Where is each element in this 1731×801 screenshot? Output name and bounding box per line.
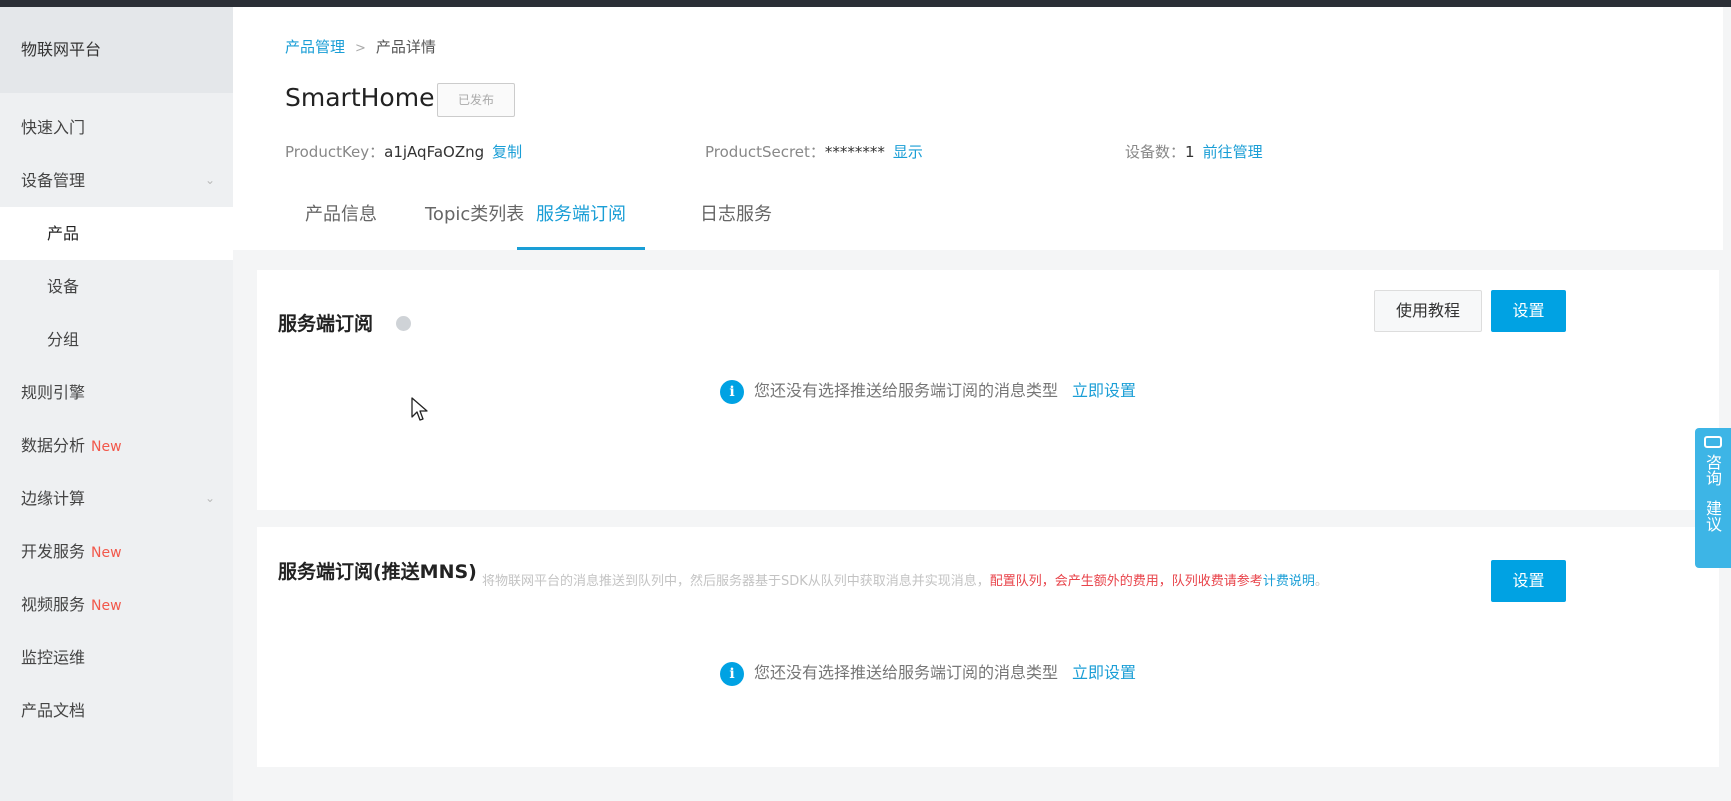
- product-secret: ProductSecret：******** 显示: [705, 141, 923, 162]
- sidebar-item-rule-engine[interactable]: 规则引擎: [0, 366, 233, 419]
- new-badge: New: [91, 439, 122, 455]
- sidebar-item-product[interactable]: 产品: [0, 207, 233, 260]
- description-warning: 配置队列，会产生额外的费用，队列收费请参考: [989, 574, 1263, 589]
- product-secret-value: ********: [824, 143, 885, 161]
- empty-state: i 您还没有选择推送给服务端订阅的消息类型 立即设置: [720, 377, 1136, 404]
- tab-log-service[interactable]: 日志服务: [700, 195, 772, 250]
- show-secret-link[interactable]: 显示: [893, 143, 923, 161]
- breadcrumb: 产品管理 > 产品详情: [285, 36, 436, 57]
- empty-state-text: 您还没有选择推送给服务端订阅的消息类型: [754, 663, 1059, 682]
- main-content: 产品管理 > 产品详情 SmartHome 已发布 ProductKey：a1jAq…: [233, 7, 1731, 801]
- help-float-button[interactable]: 咨询 建议: [1695, 428, 1731, 568]
- product-secret-label: ProductSecret：: [705, 143, 825, 161]
- sidebar: 物联网平台 快速入门 设备管理 ⌄ 产品 设备 分组 规则引擎 数据分析 New 边…: [0, 7, 233, 801]
- sidebar-item-label: 视频服务: [21, 595, 86, 614]
- section-description: 将物联网平台的消息推送到队列中，然后服务器基于SDK从队列中获取消息并实现消息，…: [482, 570, 1328, 589]
- product-key-label: ProductKey：: [285, 143, 385, 161]
- sidebar-item-device[interactable]: 设备: [0, 260, 233, 313]
- page-title: SmartHome: [285, 83, 435, 112]
- server-subscription-card: 服务端订阅 使用教程 设置 i 您还没有选择推送给服务端订阅的消息类型 立即设置: [257, 270, 1719, 510]
- mns-subscription-card: 服务端订阅(推送MNS) 将物联网平台的消息推送到队列中，然后服务器基于SDK从…: [257, 527, 1719, 767]
- sidebar-item-device-management[interactable]: 设备管理 ⌄: [0, 154, 233, 207]
- settings-button[interactable]: 设置: [1491, 290, 1566, 332]
- info-icon: i: [720, 379, 744, 404]
- product-header: 产品管理 > 产品详情 SmartHome 已发布 ProductKey：a1jAq…: [233, 7, 1723, 250]
- tab-product-info[interactable]: 产品信息: [305, 195, 377, 250]
- device-count-label: 设备数：: [1125, 143, 1186, 161]
- billing-link[interactable]: 计费说明: [1263, 574, 1315, 589]
- sidebar-item-label: 产品文档: [21, 701, 86, 720]
- section-title: 服务端订阅(推送MNS): [278, 561, 477, 583]
- breadcrumb-current: 产品详情: [375, 38, 436, 56]
- sidebar-item-label: 设备管理: [21, 171, 86, 190]
- sidebar-item-label: 开发服务: [21, 542, 86, 561]
- sidebar-item-quickstart[interactable]: 快速入门: [0, 101, 233, 154]
- sidebar-item-data-analysis[interactable]: 数据分析 New: [0, 419, 233, 472]
- status-badge: 已发布: [437, 83, 515, 117]
- breadcrumb-separator: >: [355, 41, 366, 56]
- chevron-down-icon: ⌄: [204, 491, 215, 505]
- sidebar-item-video-service[interactable]: 视频服务 New: [0, 578, 233, 631]
- sidebar-item-monitoring[interactable]: 监控运维: [0, 631, 233, 684]
- sidebar-item-label: 数据分析: [21, 436, 86, 455]
- breadcrumb-parent-link[interactable]: 产品管理: [285, 38, 345, 56]
- chevron-down-icon: ⌄: [204, 173, 215, 187]
- new-badge: New: [91, 598, 122, 614]
- top-bar: [0, 0, 1731, 7]
- sidebar-item-label: 边缘计算: [21, 489, 86, 508]
- sidebar-item-docs[interactable]: 产品文档: [0, 684, 233, 737]
- sidebar-item-group[interactable]: 分组: [0, 313, 233, 366]
- sidebar-title: 物联网平台: [0, 7, 233, 93]
- sidebar-item-label: 分组: [47, 330, 80, 349]
- sidebar-item-edge-computing[interactable]: 边缘计算 ⌄: [0, 472, 233, 525]
- sidebar-item-label: 规则引擎: [21, 383, 86, 402]
- setup-now-link[interactable]: 立即设置: [1072, 663, 1136, 682]
- description-end: 。: [1314, 574, 1328, 589]
- product-key-value: a1jAqFaOZng: [384, 143, 485, 161]
- mouse-cursor-icon: [411, 397, 428, 421]
- setup-now-link[interactable]: 立即设置: [1072, 381, 1136, 400]
- empty-state-text: 您还没有选择推送给服务端订阅的消息类型: [754, 381, 1059, 400]
- sidebar-item-dev-service[interactable]: 开发服务 New: [0, 525, 233, 578]
- info-icon: i: [720, 661, 744, 686]
- tutorial-button[interactable]: 使用教程: [1374, 290, 1482, 332]
- sidebar-item-label: 设备: [47, 277, 80, 296]
- empty-state: i 您还没有选择推送给服务端订阅的消息类型 立即设置: [720, 659, 1136, 686]
- manage-devices-link[interactable]: 前往管理: [1203, 143, 1263, 161]
- sidebar-item-label: 监控运维: [21, 648, 86, 667]
- sidebar-item-label: 快速入门: [21, 118, 86, 137]
- help-label-bottom: 建议: [1703, 500, 1722, 532]
- help-label-top: 咨询: [1703, 454, 1722, 486]
- tab-topic-list[interactable]: Topic类列表: [425, 195, 524, 250]
- message-icon: [1704, 436, 1722, 448]
- sidebar-item-label: 产品: [47, 224, 80, 243]
- section-title: 服务端订阅: [278, 313, 374, 335]
- copy-link[interactable]: 复制: [492, 143, 522, 161]
- help-dot-icon[interactable]: [396, 316, 411, 331]
- device-count: 设备数：1 前往管理: [1125, 141, 1263, 162]
- description-text: 将物联网平台的消息推送到队列中，然后服务器基于SDK从队列中获取消息并实现消息，: [482, 574, 990, 589]
- product-key: ProductKey：a1jAqFaOZng 复制: [285, 141, 522, 162]
- settings-button[interactable]: 设置: [1491, 560, 1566, 602]
- new-badge: New: [91, 545, 122, 561]
- tab-server-subscription[interactable]: 服务端订阅: [517, 195, 645, 250]
- device-count-value: 1: [1185, 143, 1195, 161]
